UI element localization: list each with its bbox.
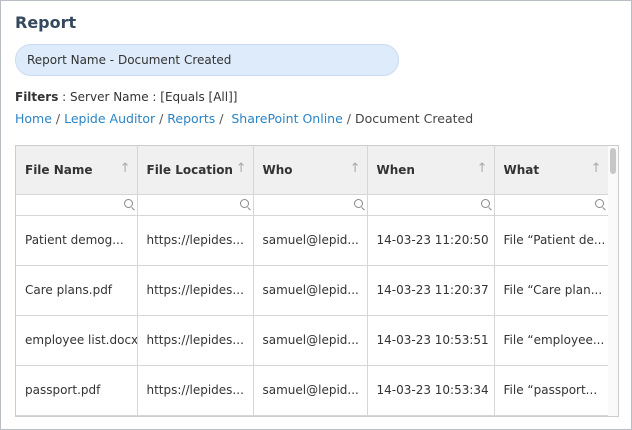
cell-when: 14-03-23 10:53:34 [367, 365, 495, 416]
vertical-scrollbar[interactable] [608, 146, 618, 416]
cell-who: samuel@lepid... [253, 265, 368, 316]
cell-file-location: https://lepides... [137, 215, 254, 266]
column-header-who[interactable]: Who ↑ [253, 146, 368, 195]
column-header-when[interactable]: When ↑ [367, 146, 495, 195]
cell-who: samuel@lepid... [253, 365, 368, 416]
report-grid: File Name ↑ File Location ↑ Who ↑ When ↑ Wha… [15, 145, 619, 417]
breadcrumb-sharepoint-link[interactable]: SharePoint Online [231, 111, 342, 126]
cell-file-location: https://lepides... [137, 265, 254, 316]
breadcrumb-home-link[interactable]: Home [15, 111, 52, 126]
table-row[interactable]: employee list.docx https://lepides... sa… [16, 315, 609, 366]
table-row[interactable]: passport.pdf https://lepides... samuel@l… [16, 365, 609, 416]
cell-file-location: https://lepides... [137, 315, 254, 366]
filters-label: Filters [15, 90, 59, 104]
report-table: File Name ↑ File Location ↑ Who ↑ When ↑ Wha… [16, 146, 609, 416]
breadcrumb-reports-link[interactable]: Reports [167, 111, 215, 126]
report-panel: Report Report Name - Document Created Fi… [0, 0, 632, 430]
sort-up-icon[interactable]: ↑ [591, 161, 602, 176]
sort-up-icon[interactable]: ↑ [120, 161, 131, 176]
search-icon[interactable] [239, 198, 249, 208]
cell-what: File “employee... [494, 315, 609, 366]
cell-who: samuel@lepid... [253, 315, 368, 366]
filter-input-file-name[interactable] [16, 194, 138, 216]
cell-when: 14-03-23 11:20:37 [367, 265, 495, 316]
filter-input-who[interactable] [253, 194, 368, 216]
filter-row [16, 194, 609, 216]
cell-file-name: Patient demog... [16, 215, 138, 266]
cell-what: File “Care plan... [494, 265, 609, 316]
table-row[interactable]: Care plans.pdf https://lepides... samuel… [16, 265, 609, 316]
cell-file-location: https://lepides... [137, 365, 254, 416]
breadcrumb-separator: / [342, 111, 355, 126]
column-header-file-name[interactable]: File Name ↑ [16, 146, 138, 195]
cell-file-name: Care plans.pdf [16, 265, 138, 316]
sort-up-icon[interactable]: ↑ [350, 161, 361, 176]
breadcrumb-separator: / [51, 111, 65, 126]
filter-input-when[interactable] [367, 194, 495, 216]
filters-value: : Server Name : [Equals [All]] [58, 90, 238, 104]
column-header-file-location[interactable]: File Location ↑ [137, 146, 254, 195]
report-name-badge: Report Name - Document Created [15, 44, 399, 76]
breadcrumb-separator: / [215, 111, 232, 126]
filter-input-what[interactable] [494, 194, 609, 216]
cell-what: File “Patient de... [494, 215, 609, 266]
sort-up-icon[interactable]: ↑ [236, 161, 247, 176]
cell-file-name: employee list.docx [16, 315, 138, 366]
sort-up-icon[interactable]: ↑ [477, 161, 488, 176]
cell-file-name: passport.pdf [16, 365, 138, 416]
breadcrumb-current: Document Created [354, 111, 474, 126]
page-title: Report [15, 13, 77, 32]
search-icon[interactable] [123, 198, 133, 208]
cell-when: 14-03-23 10:53:51 [367, 315, 495, 366]
breadcrumb-lepide-auditor-link[interactable]: Lepide Auditor [64, 111, 155, 126]
breadcrumb-separator: / [155, 111, 168, 126]
filters-line: Filters : Server Name : [Equals [All]] [15, 90, 237, 104]
filter-input-file-location[interactable] [137, 194, 254, 216]
cell-what: File “passport... [494, 365, 609, 416]
header-row: File Name ↑ File Location ↑ Who ↑ When ↑ Wha… [16, 146, 609, 195]
cell-who: samuel@lepid... [253, 215, 368, 266]
breadcrumb: Home / Lepide Auditor / Reports / ShareP… [15, 111, 473, 126]
cell-when: 14-03-23 11:20:50 [367, 215, 495, 266]
scrollbar-thumb[interactable] [610, 148, 616, 174]
search-icon[interactable] [353, 198, 363, 208]
search-icon[interactable] [594, 198, 604, 208]
search-icon[interactable] [480, 198, 490, 208]
column-header-what[interactable]: What ↑ [494, 146, 609, 195]
table-row[interactable]: Patient demog... https://lepides... samu… [16, 215, 609, 266]
